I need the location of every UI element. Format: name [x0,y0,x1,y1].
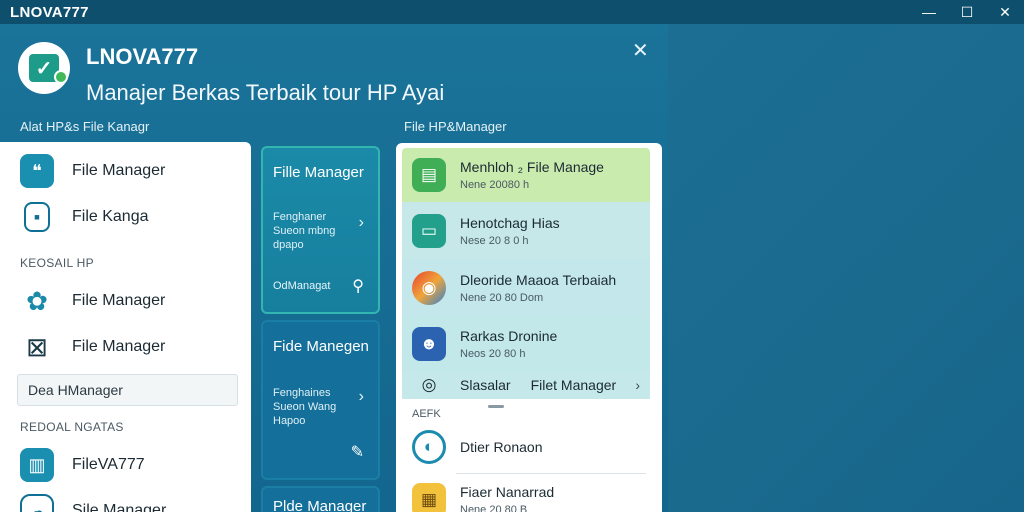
minimize-button[interactable]: — [910,0,948,24]
list-item-label: FileVA777 [72,456,145,473]
lightbulb-icon: ◎ [421,375,437,394]
app-subtitle: Manajer Berkas Terbaik tour HP Ayai [86,80,445,105]
list-subheading: REDOAL NGATAS [20,420,124,434]
desktop-background [668,24,1024,512]
chevron-right-icon: › [358,388,364,405]
row-subtitle: Neos 20 80 h [460,347,526,360]
list-item-label: File Manager [72,338,166,355]
row-title: Dtier Ronaon [460,439,543,455]
drag-handle[interactable] [488,405,504,408]
list-item-file-kanga[interactable]: ▪ File Kanga [20,202,149,232]
list-item-label: File Manager [72,292,166,309]
app-name: LNOVA777 [86,44,199,69]
file-row[interactable]: ◐ Dtier Ronaon [402,427,650,467]
search-icon[interactable]: ⚲ [352,276,364,296]
window-title: LNOVA777 [10,3,89,21]
list-item-label: File Manager [72,162,166,179]
file-row[interactable]: ▤ Menhloh ₂ File Manage Nene 20080 h [402,148,650,202]
file-row[interactable]: ▦ Fiaer Nanarrad Nene 20 80 B [402,480,650,512]
row-title: Rarkas Dronine [460,327,558,344]
status-dot-icon [54,70,68,84]
row-title: Henotchag Hias [460,214,560,231]
document-icon: ▤ [412,158,446,192]
file-row[interactable]: ☻ Rarkas Dronine Neos 20 80 h [402,316,650,371]
app-icon: ◉ [412,270,446,305]
list-item-file-manager-1[interactable]: ❝ File Manager [20,154,165,188]
chat-icon: ❝ [20,154,54,188]
divider [456,473,646,474]
chevron-right-icon: › [358,214,364,231]
search-input[interactable] [17,374,238,406]
list-subheading: KEOSAIL HP [20,256,94,270]
file-row[interactable]: ◉ Dleoride Maaoa Terbaiah Nene 20 80 Dom [402,259,650,316]
row-extra: Filet Manager [530,377,617,393]
close-window-button[interactable]: ✕ [986,0,1024,24]
box-icon: ⊠ [26,331,48,362]
file-list-panel: ▤ Menhloh ₂ File Manage Nene 20080 h ▭ H… [396,143,662,512]
row-title: Slasalar [460,377,511,393]
maximize-button[interactable]: ☐ [948,0,986,24]
feature-card-3[interactable]: Plde Manager [261,486,380,512]
feature-card-2[interactable]: Fide Manegen Fenghaines Sueon Wang Hapoo… [261,320,380,480]
left-section-label: Alat HP&s File Kanagr [20,119,150,134]
card-title: Fille Manager [273,164,364,181]
row-subtitle: Nese 20 8 0 h [460,234,529,247]
card-description: Fenghaner Sueon mbng dpapo [273,211,336,251]
card-description: Fenghaines Sueon Wang Hapoo [273,387,337,427]
list-item-file-manager-3[interactable]: ⊠ File Manager [20,330,165,364]
app-logo: ✓ [18,42,70,94]
right-section-label: File HP&Manager [404,119,507,134]
close-panel-button[interactable]: ✕ [632,38,649,63]
feature-card-1[interactable]: Fille Manager Fenghaner Sueon mbng dpapo… [261,146,380,314]
tablet-icon: ▪ [24,202,50,232]
row-subtitle: Nene 20 80 Dom [460,291,544,304]
circle-icon: ◐ [412,430,446,464]
chevron-right-icon: › [635,377,640,393]
list-item-file-manager-2[interactable]: ✿ File Manager [20,284,165,318]
pen-icon[interactable]: ✎ [351,442,364,462]
row-title: Dleoride Maaoa Terbaiah [460,271,617,288]
file-row-partial[interactable]: ◎ Slasalar Filet Manager › [402,371,650,399]
book-icon: ▥ [20,448,54,482]
robot-icon: ☻ [412,326,446,361]
list-subheading: AEFK [412,408,441,420]
row-subtitle: Nene 20 80 B [460,504,528,512]
left-nav-list: ❝ File Manager ▪ File Kanga KEOSAIL HP ✿… [0,142,251,512]
row-title: Fiaer Nanarrad [460,484,555,500]
list-item-label: Sile Manager [72,502,167,512]
title-bar: LNOVA777 — ☐ ✕ [0,0,1024,24]
list-item-sile-manager[interactable]: ☁ Sile Manager [20,494,166,512]
list-item-label: File Kanga [72,208,149,225]
window-controls: — ☐ ✕ [910,0,1024,24]
list-item-fileva777[interactable]: ▥ FileVA777 [20,448,145,482]
row-subtitle: Nene 20080 h [460,179,530,191]
card-footer: OdManagat [273,280,331,292]
row-title: Menhloh ₂ File Manage [460,159,604,175]
card-title: Plde Manager [273,498,367,512]
card-title: Fide Manegen [273,338,369,355]
cloud-icon: ☁ [20,494,54,512]
folder-icon: ▭ [412,213,446,248]
file-row[interactable]: ▭ Henotchag Hias Nese 20 8 0 h [402,202,650,259]
gear-icon: ✿ [26,285,48,316]
archive-icon: ▦ [412,483,446,512]
